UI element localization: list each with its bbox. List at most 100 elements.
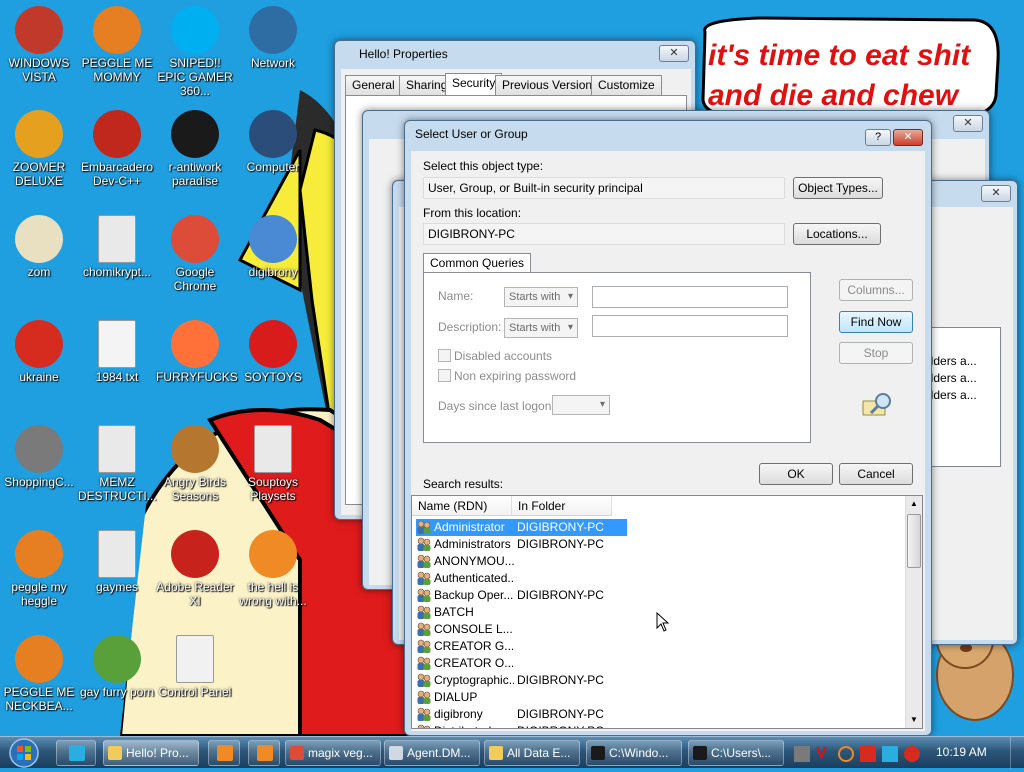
vertical-scrollbar[interactable]: ▲ ▼ bbox=[905, 496, 922, 728]
angry-birds-icon bbox=[171, 425, 219, 473]
non-expiring-checkbox[interactable] bbox=[438, 369, 451, 382]
desktop-icon[interactable]: PEGGLE ME NECKBEA... bbox=[0, 635, 78, 713]
desktop-icon[interactable]: PEGGLE ME MOMMY bbox=[78, 6, 156, 84]
taskbar-item[interactable]: C:\Users\... bbox=[688, 740, 784, 766]
cancel-button[interactable]: Cancel bbox=[839, 463, 913, 485]
permissions-close-button[interactable]: ✕ bbox=[953, 115, 983, 132]
desktop-icon[interactable]: Computer bbox=[234, 110, 312, 174]
desktop-icon[interactable]: MEMZ DESTRUCTI... bbox=[78, 425, 157, 503]
days-since-logon-label: Days since last logon: bbox=[438, 399, 555, 413]
desktop-icon[interactable]: Angry Birds Seasons bbox=[156, 425, 234, 503]
desktop-icon-label: the hell is wrong with... bbox=[239, 580, 307, 608]
object-types-button[interactable]: Object Types... bbox=[793, 177, 883, 199]
desktop-icon[interactable]: SNIPED!! EPIC GAMER 360... bbox=[156, 6, 234, 98]
desktop-icon[interactable]: gay furry porn bbox=[78, 635, 156, 699]
desktop-icon[interactable]: Embarcadero Dev-C++ bbox=[78, 110, 156, 188]
scroll-up-arrow-icon[interactable]: ▲ bbox=[906, 496, 922, 512]
properties-window-title: Hello! Properties bbox=[359, 47, 448, 61]
desktop-icon[interactable]: FURRYFUCKS bbox=[156, 320, 238, 384]
taskbar-item[interactable]: Agent.DM... bbox=[384, 740, 480, 766]
table-row[interactable]: Administrator DIGIBRONY-PC bbox=[416, 519, 627, 536]
taskbar-item[interactable] bbox=[208, 740, 240, 766]
desktop-icon[interactable]: chomikrypt... bbox=[78, 215, 156, 279]
ok-button[interactable]: OK bbox=[759, 463, 833, 485]
desktop-icon[interactable]: Control Panel bbox=[156, 635, 234, 699]
tab-general[interactable]: General bbox=[345, 75, 402, 95]
desktop-icon[interactable]: ShoppingC... bbox=[0, 425, 78, 489]
column-header-folder[interactable]: In Folder bbox=[512, 496, 612, 516]
desktop-icon[interactable]: ukraine bbox=[0, 320, 78, 384]
taskbar-item[interactable]: Hello! Pro... bbox=[103, 740, 199, 766]
desktop-icon[interactable]: peggle my heggle bbox=[0, 530, 78, 608]
desktop-icon[interactable]: the hell is wrong with... bbox=[234, 530, 312, 608]
box-hamster-icon bbox=[93, 635, 141, 683]
desktop-icon-label: ukraine bbox=[19, 370, 59, 384]
help-button[interactable]: ? bbox=[865, 129, 891, 146]
description-input[interactable] bbox=[592, 315, 788, 337]
result-folder: DIGIBRONY-PC bbox=[517, 723, 627, 728]
dialog-title: Select User or Group bbox=[415, 127, 528, 141]
user-group-icon bbox=[416, 639, 432, 654]
tab-security[interactable]: Security bbox=[445, 73, 503, 95]
desktop-icon[interactable]: Network bbox=[234, 6, 312, 70]
ie-icon bbox=[69, 745, 85, 761]
properties-close-button[interactable]: ✕ bbox=[659, 45, 689, 62]
disabled-accounts-checkbox[interactable] bbox=[438, 349, 451, 362]
desktop-icon[interactable]: SOYTOYS bbox=[234, 320, 312, 384]
dialog-close-button[interactable]: ✕ bbox=[893, 129, 923, 146]
advanced-close-button[interactable]: ✕ bbox=[981, 185, 1011, 202]
taskbar-item[interactable] bbox=[56, 740, 96, 766]
tray-antivirus-icon[interactable]: V bbox=[816, 746, 832, 762]
desktop-icon[interactable]: zom bbox=[0, 215, 78, 279]
system-tray: V 10:19 AM bbox=[790, 737, 1024, 769]
show-desktop-button[interactable] bbox=[1010, 737, 1024, 769]
find-now-button[interactable]: Find Now bbox=[839, 311, 913, 333]
tab-common-queries[interactable]: Common Queries bbox=[423, 253, 532, 274]
tray-flag-icon[interactable] bbox=[860, 746, 876, 762]
desktop-icon[interactable]: Souptoys Playsets bbox=[234, 425, 312, 503]
locations-button[interactable]: Locations... bbox=[793, 223, 881, 245]
select-user-dialog[interactable]: Select User or Group ? ✕ Select this obj… bbox=[404, 120, 932, 736]
skype-icon bbox=[171, 6, 219, 54]
start-button[interactable] bbox=[4, 737, 44, 769]
user-folder-icon bbox=[249, 215, 297, 263]
taskbar-item[interactable] bbox=[248, 740, 280, 766]
desktop-icon[interactable]: gaymes bbox=[78, 530, 156, 594]
tray-clock[interactable]: 10:19 AM bbox=[936, 745, 987, 759]
desktop-icon-label: zom bbox=[27, 265, 51, 279]
desktop-icon[interactable]: WINDOWS VISTA bbox=[0, 6, 78, 84]
taskbar-item[interactable]: All Data E... bbox=[484, 740, 580, 766]
user-group-icon bbox=[416, 537, 432, 552]
peggle-icon bbox=[93, 6, 141, 54]
tab-customize[interactable]: Customize bbox=[591, 75, 662, 95]
tray-search-icon[interactable] bbox=[838, 746, 854, 762]
description-mode-select[interactable]: Starts with bbox=[504, 318, 578, 338]
result-folder: DIGIBRONY-PC bbox=[517, 707, 604, 721]
desktop-icon[interactable]: r-antiwork paradise bbox=[156, 110, 234, 188]
tab-previous-versions[interactable]: Previous Versions bbox=[495, 75, 606, 95]
desktop-icon[interactable]: 1984.txt bbox=[78, 320, 156, 384]
column-header-name[interactable]: Name (RDN) bbox=[412, 496, 512, 516]
tray-volume-icon[interactable] bbox=[904, 746, 920, 762]
user-group-icon bbox=[416, 622, 432, 637]
name-mode-select[interactable]: Starts with bbox=[504, 287, 578, 307]
taskbar-item[interactable]: magix veg... bbox=[285, 740, 381, 766]
tray-display-icon[interactable] bbox=[882, 746, 898, 762]
days-since-logon-select[interactable] bbox=[552, 395, 610, 415]
columns-button[interactable]: Columns... bbox=[839, 279, 913, 301]
text-file-icon bbox=[98, 320, 136, 368]
name-input[interactable] bbox=[592, 286, 788, 308]
taskbar-item[interactable]: C:\Windo... bbox=[586, 740, 682, 766]
adobe-reader-icon bbox=[171, 530, 219, 578]
tray-app-icon[interactable] bbox=[794, 746, 810, 762]
desktop-icon-label: gaymes bbox=[95, 580, 139, 594]
desktop-icon[interactable]: digibrony bbox=[234, 215, 312, 279]
desktop-icon[interactable]: ZOOMER DELUXE bbox=[0, 110, 78, 188]
desktop-icon-label: Adobe Reader XI bbox=[156, 580, 234, 608]
scroll-thumb[interactable] bbox=[907, 514, 921, 568]
desktop-icon[interactable]: Adobe Reader XI bbox=[156, 530, 234, 608]
media-file-icon bbox=[98, 530, 136, 578]
stop-button[interactable]: Stop bbox=[839, 342, 913, 364]
scroll-down-arrow-icon[interactable]: ▼ bbox=[906, 712, 922, 728]
desktop-icon[interactable]: Google Chrome bbox=[156, 215, 234, 293]
